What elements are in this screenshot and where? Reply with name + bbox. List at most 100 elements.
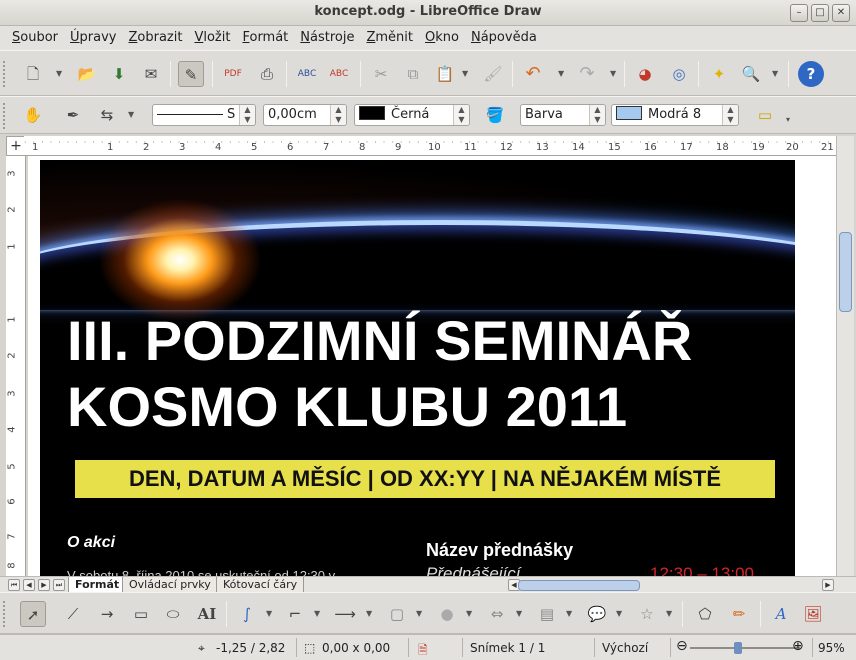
paste-icon[interactable]: 📋 <box>432 61 458 87</box>
vertical-scrollbar[interactable] <box>836 136 854 576</box>
vertical-ruler[interactable]: 3 2 1 1 2 3 4 5 6 7 8 <box>6 156 26 576</box>
menu-help[interactable]: Nápověda <box>465 26 543 50</box>
tab-dimension-lines[interactable]: Kótovací čáry <box>216 577 305 593</box>
horizontal-scroll-thumb[interactable] <box>518 580 640 591</box>
rectangle-icon[interactable]: ▭ <box>128 601 154 627</box>
chevron-down-icon[interactable]: ▼ <box>56 61 64 87</box>
area-style-select[interactable]: Barva ▲ ▼ <box>520 104 606 126</box>
ellipse-icon[interactable]: ⬭ <box>160 601 186 627</box>
vertical-scroll-thumb[interactable] <box>839 232 852 312</box>
area-style-spinner[interactable]: ▲ ▼ <box>589 105 605 125</box>
new-document-icon[interactable]: 🗋 <box>20 61 46 87</box>
insert-image-icon[interactable]: 🖼 <box>800 601 826 627</box>
line-color-spinner[interactable]: ▲ ▼ <box>453 105 469 125</box>
minimize-button[interactable]: – <box>790 4 808 22</box>
talk-title[interactable]: Název přednášky <box>426 540 573 561</box>
toolbar-grip[interactable] <box>3 61 7 87</box>
slide-headline[interactable]: III. PODZIMNÍ SEMINÁŘ KOSMO KLUBU 2011 <box>67 308 787 440</box>
lines-arrows-icon[interactable]: ⟶ <box>332 601 358 627</box>
menu-edit[interactable]: Úpravy <box>64 26 122 50</box>
chevron-down-icon[interactable]: ▼ <box>772 61 780 87</box>
export-pdf-icon[interactable]: PDF <box>220 61 246 87</box>
flowchart-icon[interactable]: ▤ <box>534 601 560 627</box>
edit-mode-icon[interactable]: ✎ <box>178 61 204 87</box>
line-width-field[interactable]: 0,00cm ▲ ▼ <box>263 104 347 126</box>
maximize-button[interactable]: □ <box>811 4 829 22</box>
print-icon[interactable]: ⎙ <box>254 61 280 87</box>
styles-icon[interactable]: ✋ <box>20 102 46 128</box>
menu-modify[interactable]: Změnit <box>360 26 419 50</box>
help-icon[interactable]: ? <box>798 61 824 87</box>
navigator-icon[interactable]: ◎ <box>666 61 692 87</box>
line-icon[interactable]: ✒ <box>60 102 86 128</box>
line-style-select[interactable]: S ▲ ▼ <box>152 104 256 126</box>
connector-icon[interactable]: ⌐ <box>282 601 308 627</box>
chart-icon[interactable]: ◕ <box>632 61 658 87</box>
basic-shapes-icon[interactable]: ● <box>434 601 460 627</box>
line-width-spinner[interactable]: ▲ ▼ <box>330 105 346 125</box>
about-heading[interactable]: O akci <box>67 534 115 552</box>
curve-icon[interactable]: ∫ <box>234 601 260 627</box>
talk-time[interactable]: 12:30 – 13:00 <box>650 564 754 576</box>
zoom-percent[interactable]: 95% <box>818 641 845 655</box>
close-button[interactable]: ✕ <box>832 4 850 22</box>
arrow-style-icon[interactable]: ⇆ <box>94 102 120 128</box>
drawing-canvas[interactable]: III. PODZIMNÍ SEMINÁŘ KOSMO KLUBU 2011 D… <box>28 156 836 576</box>
points-icon[interactable]: ⬠ <box>692 601 718 627</box>
slide-page[interactable]: III. PODZIMNÍ SEMINÁŘ KOSMO KLUBU 2011 D… <box>40 160 795 576</box>
chevron-down-icon[interactable]: ▼ <box>462 61 470 87</box>
autospellcheck-icon[interactable]: ABC <box>326 61 352 87</box>
fontwork-icon[interactable]: A <box>768 601 794 627</box>
prev-tab-icon[interactable]: ◀ <box>23 579 35 591</box>
toolbar-overflow-icon[interactable]: ▾ <box>786 107 794 133</box>
block-arrows-icon[interactable]: ⇔ <box>484 601 510 627</box>
speaker-name[interactable]: Přednášející <box>426 564 521 576</box>
undo-icon[interactable]: ↶ <box>520 61 546 87</box>
menu-insert[interactable]: Vložit <box>188 26 236 50</box>
chevron-down-icon[interactable]: ▼ <box>266 601 274 627</box>
chevron-down-icon[interactable]: ▼ <box>128 102 136 128</box>
event-banner[interactable]: DEN, DATUM A MĚSÍC | OD XX:YY | NA NĚJAK… <box>75 460 775 498</box>
menu-file[interactable]: Soubor <box>6 26 64 50</box>
line-color-select[interactable]: Černá ▲ ▼ <box>354 104 470 126</box>
text-tool-icon[interactable]: AI <box>194 601 220 627</box>
toolbar-grip[interactable] <box>3 103 7 129</box>
about-text[interactable]: V sobotu 8. října 2010 se uskuteční od 1… <box>67 568 335 576</box>
line-tool-icon[interactable]: ⟋ <box>60 601 86 627</box>
tab-format[interactable]: Formát <box>68 577 127 593</box>
zoom-slider-knob[interactable] <box>734 642 742 654</box>
area-color-spinner[interactable]: ▲ ▼ <box>722 105 738 125</box>
area-color-select[interactable]: Modrá 8 ▲ ▼ <box>611 104 739 126</box>
toolbar-grip[interactable] <box>3 601 7 627</box>
chevron-down-icon[interactable]: ▼ <box>416 601 424 627</box>
line-arrow-icon[interactable]: → <box>94 601 120 627</box>
next-tab-icon[interactable]: ▶ <box>38 579 50 591</box>
zoom-icon[interactable]: 🔍 <box>738 61 764 87</box>
save-icon[interactable]: ⬇ <box>106 61 132 87</box>
3d-objects-icon[interactable]: ▢ <box>384 601 410 627</box>
scroll-right-icon[interactable]: ▶ <box>822 579 834 591</box>
zoom-slider-track[interactable] <box>690 647 800 649</box>
horizontal-ruler[interactable]: ········································… <box>24 136 836 156</box>
last-tab-icon[interactable]: ⏭ <box>53 579 65 591</box>
chevron-down-icon[interactable]: ▼ <box>366 601 374 627</box>
menu-tools[interactable]: Nástroje <box>294 26 360 50</box>
chevron-down-icon[interactable]: ▼ <box>666 601 674 627</box>
chevron-down-icon[interactable]: ▼ <box>558 61 566 87</box>
zoom-in-icon[interactable]: ⊕ <box>792 638 804 654</box>
redo-icon[interactable]: ↷ <box>574 61 600 87</box>
gallery-star-icon[interactable]: ✦ <box>706 61 732 87</box>
copy-icon[interactable]: ⧉ <box>400 61 426 87</box>
zoom-out-icon[interactable]: ⊖ <box>676 638 688 654</box>
tab-form-controls[interactable]: Ovládací prvky <box>122 577 218 593</box>
select-arrow-icon[interactable]: ➚ <box>20 601 46 627</box>
callouts-icon[interactable]: 💬 <box>584 601 610 627</box>
stars-icon[interactable]: ☆ <box>634 601 660 627</box>
first-tab-icon[interactable]: ⏮ <box>8 579 20 591</box>
cut-icon[interactable]: ✂ <box>368 61 394 87</box>
chevron-down-icon[interactable]: ▼ <box>466 601 474 627</box>
menu-format[interactable]: Formát <box>236 26 294 50</box>
document-modified-icon[interactable]: 🗎 <box>418 641 428 660</box>
spellcheck-icon[interactable]: ABC <box>294 61 320 87</box>
glue-points-icon[interactable]: ✏ <box>726 601 752 627</box>
